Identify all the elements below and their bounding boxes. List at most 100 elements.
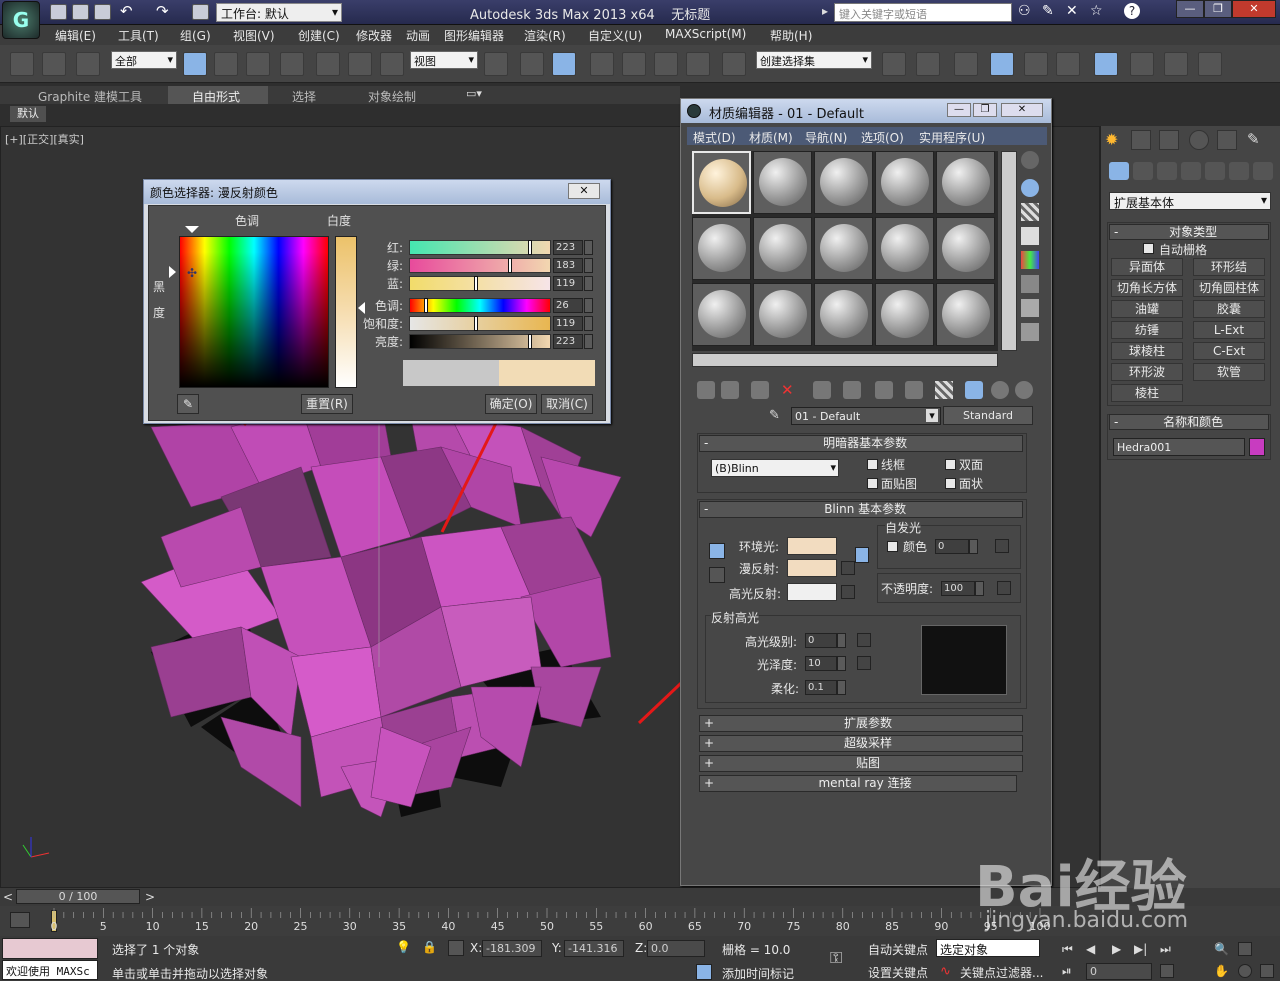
key-mode-icon[interactable]: ⏯: [1062, 964, 1072, 979]
spinner-snap-icon[interactable]: [686, 52, 710, 76]
channel-spinner[interactable]: [584, 298, 593, 313]
primitive-button[interactable]: L-Ext: [1193, 321, 1265, 339]
pan-icon[interactable]: ✋: [1214, 964, 1229, 978]
maxscript-listener-white[interactable]: 欢迎使用 MAXSc: [2, 960, 98, 980]
slot-scrollbar-vertical[interactable]: [1001, 151, 1017, 351]
put-to-scene-icon[interactable]: [721, 381, 739, 399]
self-illum-color-checkbox[interactable]: [887, 541, 898, 552]
channel-spinner[interactable]: [584, 334, 593, 349]
me-close-button[interactable]: ✕: [1001, 103, 1043, 117]
blinn-rollout-header[interactable]: - Blinn 基本参数: [699, 501, 1023, 518]
link-icon[interactable]: [10, 52, 34, 76]
crosshair-icon[interactable]: ✣: [187, 266, 197, 280]
render-setup-icon[interactable]: [1130, 52, 1154, 76]
menu-create[interactable]: 创建(C): [298, 27, 340, 44]
hue-pointer-icon[interactable]: [185, 226, 199, 233]
material-slot[interactable]: [692, 151, 751, 214]
utilities-tab-icon[interactable]: ✎: [1247, 130, 1260, 148]
channel-slider[interactable]: [409, 316, 551, 331]
autogrid-checkbox[interactable]: [1143, 243, 1154, 254]
channel-value-field[interactable]: 119: [553, 316, 583, 331]
make-preview-icon[interactable]: [1021, 275, 1039, 293]
hierarchy-tab-icon[interactable]: [1159, 130, 1179, 150]
prev-frame-icon[interactable]: ◀: [1086, 942, 1095, 956]
shader-rollout-header[interactable]: - 明暗器基本参数: [699, 435, 1023, 452]
primitive-button[interactable]: 纺锤: [1111, 321, 1183, 339]
search-arrow-icon[interactable]: ▸: [822, 4, 828, 18]
go-to-parent-icon[interactable]: [991, 381, 1009, 399]
tab-selection[interactable]: 选择: [292, 88, 316, 105]
get-material-icon[interactable]: [697, 381, 715, 399]
absolute-mode-icon[interactable]: [448, 940, 464, 956]
me-minimize-button[interactable]: —: [947, 103, 971, 117]
channel-value-field[interactable]: 183: [553, 258, 583, 273]
app-logo-icon[interactable]: G: [2, 1, 40, 39]
shader-dropdown[interactable]: (B)Blinn ▾: [711, 459, 839, 477]
material-slot[interactable]: [936, 151, 995, 214]
next-frame-icon[interactable]: ▶|: [1134, 942, 1147, 956]
material-slot[interactable]: [875, 283, 934, 346]
exchange-icon[interactable]: ✕: [1066, 3, 1078, 19]
channel-slider-thumb[interactable]: [474, 276, 478, 291]
material-slot[interactable]: [753, 151, 812, 214]
name-color-header[interactable]: - 名称和颜色: [1109, 414, 1269, 430]
me-menu-material[interactable]: 材质(M): [749, 129, 793, 146]
menu-group[interactable]: 组(G): [180, 27, 211, 44]
assign-to-selection-icon[interactable]: [751, 381, 769, 399]
color-picker-close-button[interactable]: ✕: [568, 183, 600, 199]
primitive-type-dropdown[interactable]: 扩展基本体 ▾: [1109, 192, 1271, 210]
self-illum-value-field[interactable]: 0: [935, 539, 969, 554]
tab-graphite[interactable]: Graphite 建模工具: [38, 88, 142, 105]
channel-spinner[interactable]: [584, 276, 593, 291]
channel-slider-thumb[interactable]: [424, 298, 428, 313]
select-by-material-icon[interactable]: [1021, 323, 1039, 341]
maximize-button[interactable]: ❐: [1204, 0, 1232, 18]
material-slot[interactable]: [753, 217, 812, 280]
ambient-color-swatch[interactable]: [787, 537, 837, 555]
glossiness-field[interactable]: 10: [805, 656, 837, 671]
set-key-button[interactable]: 设置关键点: [868, 964, 928, 981]
select-manipulate-icon[interactable]: [520, 52, 544, 76]
self-illum-map-button[interactable]: [995, 539, 1009, 553]
material-name-dropdown[interactable]: 01 - Default ▾: [791, 407, 941, 425]
channel-spinner[interactable]: [584, 258, 593, 273]
move-icon[interactable]: [316, 52, 340, 76]
undo-icon[interactable]: ↶: [120, 2, 133, 20]
menu-maxscript[interactable]: MAXScript(M): [665, 27, 746, 41]
menu-tools[interactable]: 工具(T): [118, 27, 159, 44]
channel-value-field[interactable]: 26: [553, 298, 583, 313]
extended-params-rollout[interactable]: + 扩展参数: [699, 715, 1023, 732]
object-color-swatch[interactable]: [1249, 438, 1265, 456]
save-file-icon[interactable]: [94, 4, 111, 20]
cameras-icon[interactable]: [1181, 162, 1201, 180]
channel-slider-thumb[interactable]: [528, 240, 532, 255]
object-type-header[interactable]: - 对象类型: [1109, 224, 1269, 240]
time-config-icon[interactable]: [1160, 964, 1174, 978]
face-map-checkbox[interactable]: [867, 478, 878, 489]
ok-button[interactable]: 确定(O): [485, 394, 537, 414]
spec-level-spinner[interactable]: [837, 633, 846, 648]
material-slot[interactable]: [814, 217, 873, 280]
whiteness-pointer-icon[interactable]: [358, 302, 365, 314]
material-slot[interactable]: [875, 151, 934, 214]
window-crossing-icon[interactable]: [280, 52, 304, 76]
lock-map-icon[interactable]: [855, 547, 869, 563]
menu-graph-editors[interactable]: 图形编辑器: [444, 27, 504, 44]
backlight-icon[interactable]: [1021, 179, 1039, 197]
material-slot[interactable]: [753, 283, 812, 346]
modify-tab-icon[interactable]: [1131, 130, 1151, 150]
channel-slider-thumb[interactable]: [474, 316, 478, 331]
curve-editor-icon[interactable]: [1024, 52, 1048, 76]
scale-icon[interactable]: [380, 52, 404, 76]
put-to-library-icon[interactable]: [875, 381, 893, 399]
soften-spinner[interactable]: [837, 680, 846, 695]
self-illum-spinner[interactable]: [969, 539, 978, 554]
glossiness-spinner[interactable]: [837, 656, 846, 671]
new-file-icon[interactable]: [50, 4, 67, 20]
make-unique-icon[interactable]: [843, 381, 861, 399]
ribbon-options-icon[interactable]: ▭▾: [466, 87, 482, 100]
channel-slider-thumb[interactable]: [508, 258, 512, 273]
primitive-button[interactable]: 环形波: [1111, 363, 1183, 381]
channel-value-field[interactable]: 223: [553, 334, 583, 349]
set-key-icon[interactable]: ⚿: [830, 948, 842, 968]
